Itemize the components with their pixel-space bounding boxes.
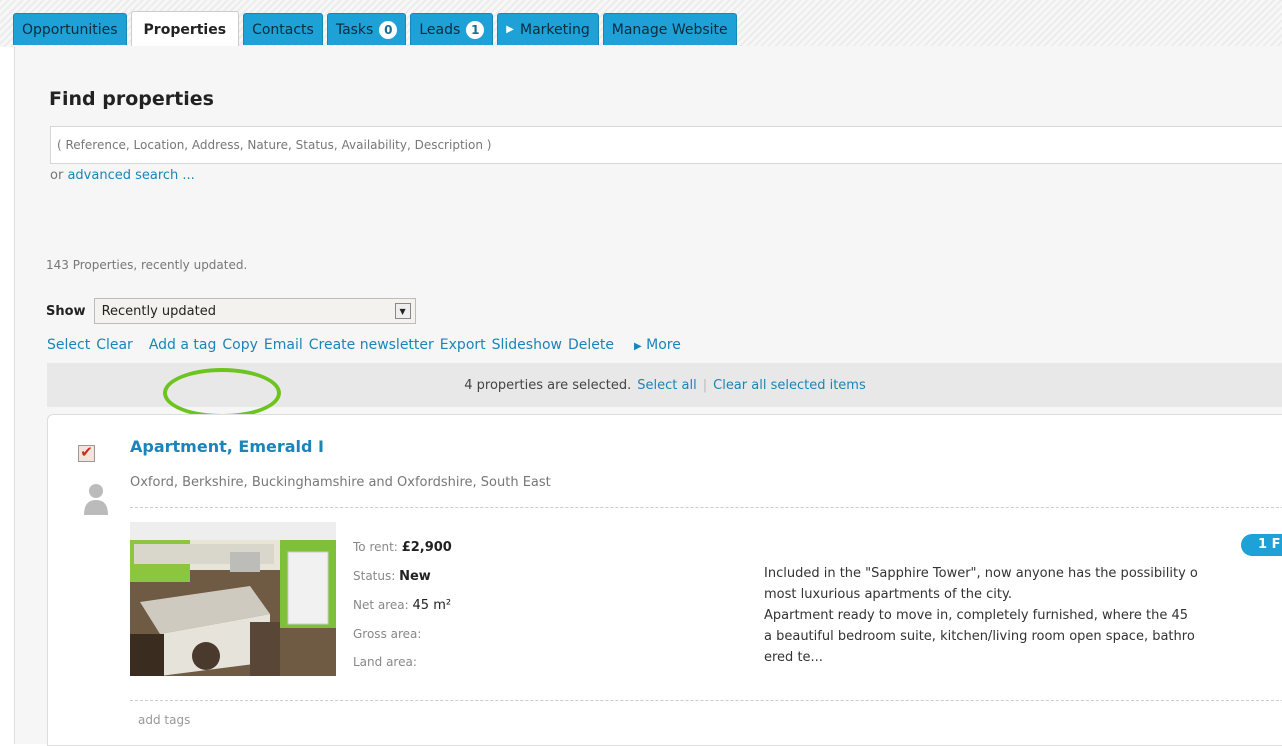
slideshow-action[interactable]: Slideshow bbox=[492, 337, 562, 353]
tab-properties[interactable]: Properties bbox=[130, 11, 240, 47]
person-icon bbox=[84, 484, 108, 515]
leads-count-badge: 1 bbox=[466, 20, 485, 39]
description-line: Apartment ready to move in, completely f… bbox=[764, 608, 1189, 623]
add-tags-link[interactable]: add tags bbox=[138, 713, 190, 727]
clear-all-selected-link[interactable]: Clear all selected items bbox=[713, 378, 866, 393]
tasks-count-badge: 0 bbox=[379, 20, 398, 39]
gross-area-row: Gross area: bbox=[353, 620, 452, 648]
description-line: a beautiful bedroom suite, kitchen/livin… bbox=[764, 629, 1195, 644]
net-area-row: Net area: 45 m² bbox=[353, 591, 452, 620]
chevron-down-icon[interactable]: ▼ bbox=[394, 303, 411, 319]
advanced-search-link[interactable]: advanced search ... bbox=[67, 168, 194, 183]
show-label: Show bbox=[46, 303, 86, 319]
email-action[interactable]: Email bbox=[264, 337, 303, 353]
property-description: Included in the "Sapphire Tower", now an… bbox=[764, 563, 1282, 668]
description-line: Included in the "Sapphire Tower", now an… bbox=[764, 566, 1198, 581]
tab-label: Tasks bbox=[335, 21, 374, 38]
divider bbox=[130, 700, 1282, 701]
selection-bar: 4 properties are selected. Select all | … bbox=[47, 363, 1282, 407]
property-photo[interactable] bbox=[130, 522, 336, 676]
tab-label: Marketing bbox=[519, 21, 590, 38]
select-action[interactable]: Select bbox=[47, 337, 90, 353]
selection-status: 4 properties are selected. bbox=[464, 377, 632, 393]
tab-label: Contacts bbox=[252, 21, 314, 38]
export-action[interactable]: Export bbox=[440, 337, 486, 353]
advanced-search-row: or advanced search ... bbox=[50, 168, 195, 183]
fact-label: Land area: bbox=[353, 655, 417, 669]
tab-manage-website[interactable]: Manage Website bbox=[602, 13, 737, 45]
description-line: ered te... bbox=[764, 650, 823, 665]
tab-opportunities[interactable]: Opportunities bbox=[13, 13, 127, 45]
property-location: Oxford, Berkshire, Buckinghamshire and O… bbox=[130, 475, 551, 490]
fact-label: Status: bbox=[353, 569, 396, 583]
tab-tasks[interactable]: Tasks 0 bbox=[326, 13, 407, 45]
property-title[interactable]: Apartment, Emerald I bbox=[130, 437, 324, 456]
more-label: More bbox=[646, 337, 681, 353]
delete-action[interactable]: Delete bbox=[568, 337, 614, 353]
bulk-actions: Select Clear Add a tag Copy Email Create… bbox=[47, 337, 681, 353]
select-all-link[interactable]: Select all bbox=[637, 378, 696, 393]
net-area-value: 45 m² bbox=[412, 598, 452, 613]
clear-action[interactable]: Clear bbox=[96, 337, 133, 353]
status-value: New bbox=[399, 569, 431, 584]
to-rent-value: £2,900 bbox=[401, 540, 452, 555]
show-select[interactable]: Recently updated ▼ bbox=[93, 298, 416, 324]
tab-label: Leads bbox=[419, 21, 461, 38]
fact-label: Gross area: bbox=[353, 627, 422, 641]
search-input[interactable] bbox=[50, 126, 1282, 164]
page-title: Find properties bbox=[49, 88, 214, 110]
divider bbox=[130, 507, 1282, 508]
tab-bar: Opportunities Properties Contacts Tasks 0… bbox=[0, 0, 1282, 47]
expand-arrow-icon: ▶ bbox=[633, 341, 642, 352]
results-count: 143 Properties, recently updated. bbox=[46, 258, 248, 272]
tab-label: Opportunities bbox=[22, 21, 118, 38]
expand-arrow-icon: ▶ bbox=[506, 24, 514, 35]
status-row: Status: New bbox=[353, 562, 452, 591]
to-rent-row: To rent: £2,900 bbox=[353, 533, 452, 562]
copy-action[interactable]: Copy bbox=[222, 337, 258, 353]
land-area-row: Land area: bbox=[353, 648, 452, 676]
tab-contacts[interactable]: Contacts bbox=[243, 13, 323, 45]
more-menu[interactable]: ▶ More bbox=[634, 337, 681, 353]
show-filter: Show Recently updated ▼ bbox=[46, 298, 416, 324]
fact-label: Net area: bbox=[353, 598, 409, 612]
description-line: most luxurious apartments of the city. bbox=[764, 587, 1012, 602]
create-newsletter-action[interactable]: Create newsletter bbox=[309, 337, 434, 353]
main-panel: Find properties or advanced search ... 1… bbox=[14, 46, 1282, 746]
add-tag-action[interactable]: Add a tag bbox=[149, 337, 217, 353]
property-facts: To rent: £2,900 Status: New Net area: 45… bbox=[353, 533, 452, 676]
show-select-value: Recently updated bbox=[101, 303, 216, 319]
tab-leads[interactable]: Leads 1 bbox=[410, 13, 494, 45]
fact-label: To rent: bbox=[353, 540, 398, 554]
or-label: or bbox=[50, 168, 64, 183]
property-card: ✔ Apartment, Emerald I Oxford, Berkshire… bbox=[47, 414, 1282, 746]
tab-label: Manage Website bbox=[611, 21, 728, 38]
status-badge: 1 F bbox=[1241, 534, 1282, 556]
tab-label: Properties bbox=[143, 21, 227, 38]
tabs: Opportunities Properties Contacts Tasks 0… bbox=[13, 11, 737, 47]
divider: | bbox=[702, 377, 708, 393]
tab-marketing[interactable]: ▶ Marketing bbox=[497, 13, 599, 45]
property-checkbox[interactable]: ✔ bbox=[78, 445, 95, 462]
